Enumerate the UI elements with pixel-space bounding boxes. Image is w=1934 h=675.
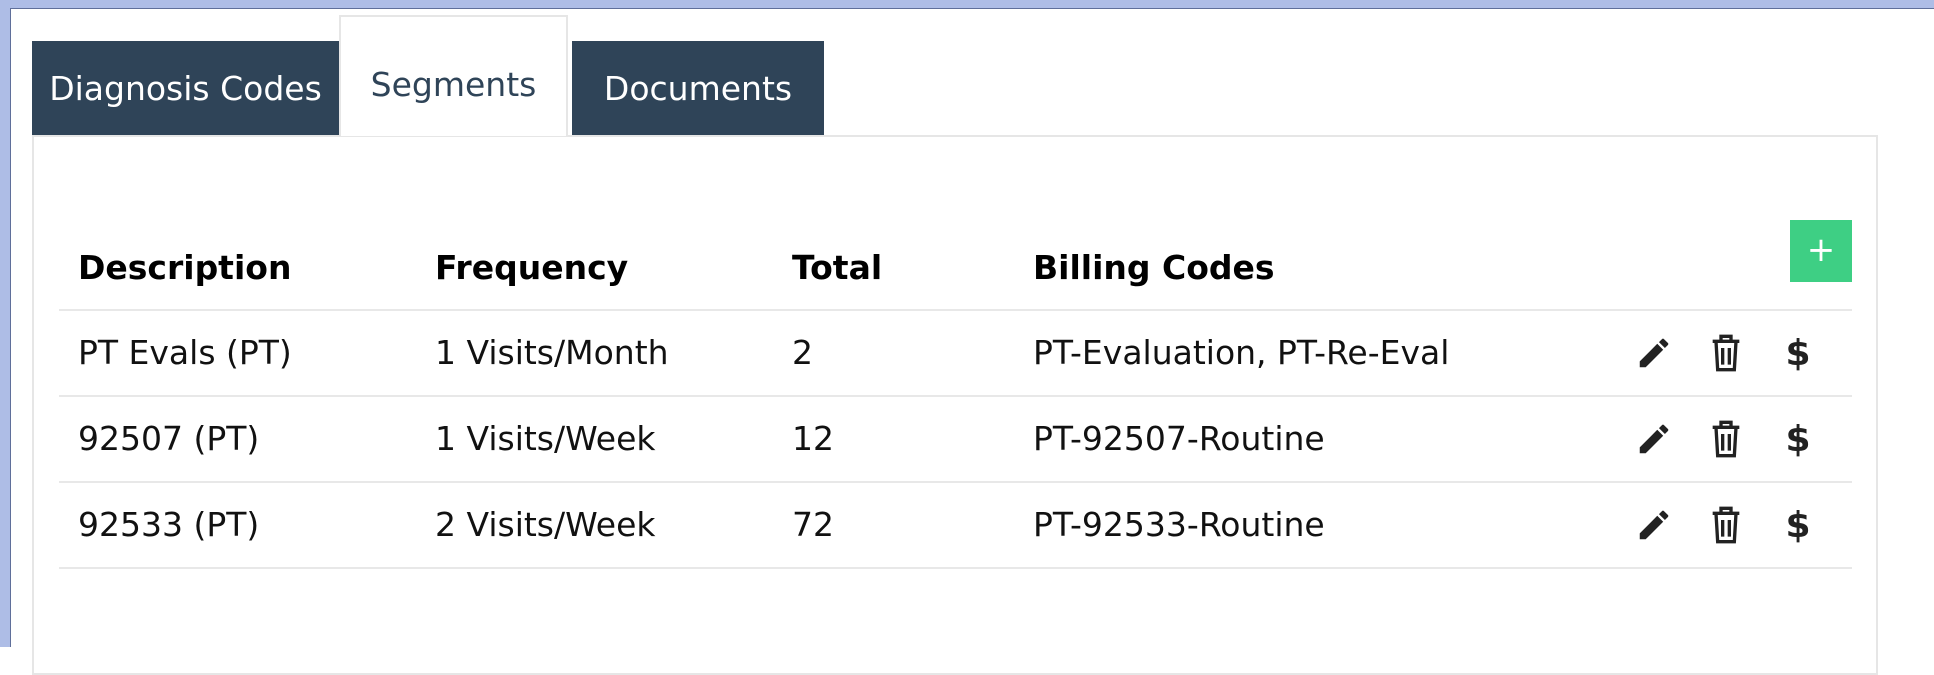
total-cell: 72 [792,505,834,544]
frequency-cell: 1 Visits/Week [435,419,656,458]
frequency-cell: 2 Visits/Week [435,505,656,544]
billing-codes-cell: PT-92533-Routine [1033,505,1325,544]
frequency-cell: 1 Visits/Month [435,333,669,372]
window-frame-line [10,8,11,647]
column-header-frequency: Frequency [435,248,629,287]
column-header-billing-codes: Billing Codes [1033,248,1275,287]
description-cell: 92533 (PT) [78,505,260,544]
column-header-description: Description [78,248,292,287]
add-segment-button[interactable]: + [1790,220,1852,282]
total-cell: 2 [792,333,813,372]
trash-icon[interactable] [1704,331,1748,375]
tab-segments[interactable]: Segments [339,15,568,136]
table-row: 92507 (PT) 1 Visits/Week 12 PT-92507-Rou… [59,397,1852,483]
pencil-icon[interactable] [1632,503,1676,547]
dollar-icon[interactable]: $ [1776,417,1820,461]
total-cell: 12 [792,419,834,458]
billing-codes-cell: PT-Evaluation, PT-Re-Eval [1033,333,1450,372]
table-row: PT Evals (PT) 1 Visits/Month 2 PT-Evalua… [59,311,1852,397]
tab-diagnosis-codes[interactable]: Diagnosis Codes [32,41,339,135]
window-frame-top [0,0,1934,8]
table-row: 92533 (PT) 2 Visits/Week 72 PT-92533-Rou… [59,483,1852,569]
column-header-total: Total [792,248,883,287]
dollar-icon[interactable]: $ [1776,503,1820,547]
trash-icon[interactable] [1704,503,1748,547]
window-frame-line [10,8,1934,9]
billing-codes-cell: PT-92507-Routine [1033,419,1325,458]
table-header-row: Description Frequency Total Billing Code… [59,200,1852,311]
description-cell: PT Evals (PT) [78,333,292,372]
dollar-icon[interactable]: $ [1776,331,1820,375]
tab-documents[interactable]: Documents [572,41,824,135]
pencil-icon[interactable] [1632,417,1676,461]
pencil-icon[interactable] [1632,331,1676,375]
window-frame-left [0,0,10,647]
trash-icon[interactable] [1704,417,1748,461]
description-cell: 92507 (PT) [78,419,260,458]
